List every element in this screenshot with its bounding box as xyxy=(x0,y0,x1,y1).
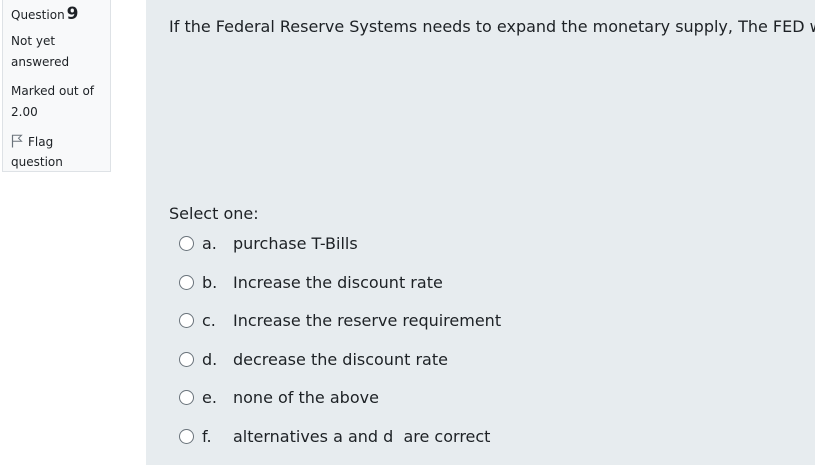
option-letter: d. xyxy=(202,349,218,369)
radio-button[interactable] xyxy=(179,390,194,406)
select-one-prompt: Select one: xyxy=(169,204,259,223)
option-text[interactable]: purchase T-Bills xyxy=(233,233,358,255)
answer-options: a. purchase T-Bills b. Increase the disc… xyxy=(179,233,501,465)
option-letter: e. xyxy=(202,388,217,408)
option-letter: b. xyxy=(202,272,218,292)
radio-button[interactable] xyxy=(179,274,194,290)
radio-button[interactable] xyxy=(179,351,194,367)
answer-option-c[interactable]: c. Increase the reserve requirement xyxy=(179,310,501,349)
option-letter: a. xyxy=(202,234,217,253)
question-text: If the Federal Reserve Systems needs to … xyxy=(169,17,815,36)
question-grade: Marked out of 2.00 xyxy=(11,84,95,119)
option-text[interactable]: alternatives a and d are correct xyxy=(233,426,490,448)
question-content: If the Federal Reserve Systems needs to … xyxy=(146,0,815,465)
option-text[interactable]: none of the above xyxy=(233,387,379,409)
radio-button[interactable] xyxy=(179,313,194,329)
option-letter: c. xyxy=(202,311,216,331)
answer-option-a[interactable]: a. purchase T-Bills xyxy=(179,233,358,272)
question-info-panel: Question 9 Not yet answered Marked out of… xyxy=(2,0,111,172)
answer-option-e[interactable]: e. none of the above xyxy=(179,387,379,426)
option-text[interactable]: Increase the reserve requirement xyxy=(233,310,501,332)
option-letter: f. xyxy=(202,426,212,446)
flag-question-link[interactable]: Flag question xyxy=(11,132,91,172)
flag-icon xyxy=(11,134,23,148)
question-label: Question xyxy=(11,8,65,22)
answer-option-d[interactable]: d. decrease the discount rate xyxy=(179,349,448,388)
option-text[interactable]: decrease the discount rate xyxy=(233,349,448,371)
quiz-page: Question 9 Not yet answered Marked out of… xyxy=(0,0,815,465)
option-text[interactable]: Increase the discount rate xyxy=(233,272,443,294)
radio-button[interactable] xyxy=(179,428,194,444)
question-state: Not yet answered xyxy=(11,34,70,69)
question-number-heading: Question 9 xyxy=(11,4,110,25)
answer-option-f[interactable]: f. alternatives a and d are correct xyxy=(179,426,490,465)
answer-option-b[interactable]: b. Increase the discount rate xyxy=(179,272,443,311)
question-number: 9 xyxy=(66,4,79,24)
radio-button[interactable] xyxy=(179,236,194,251)
